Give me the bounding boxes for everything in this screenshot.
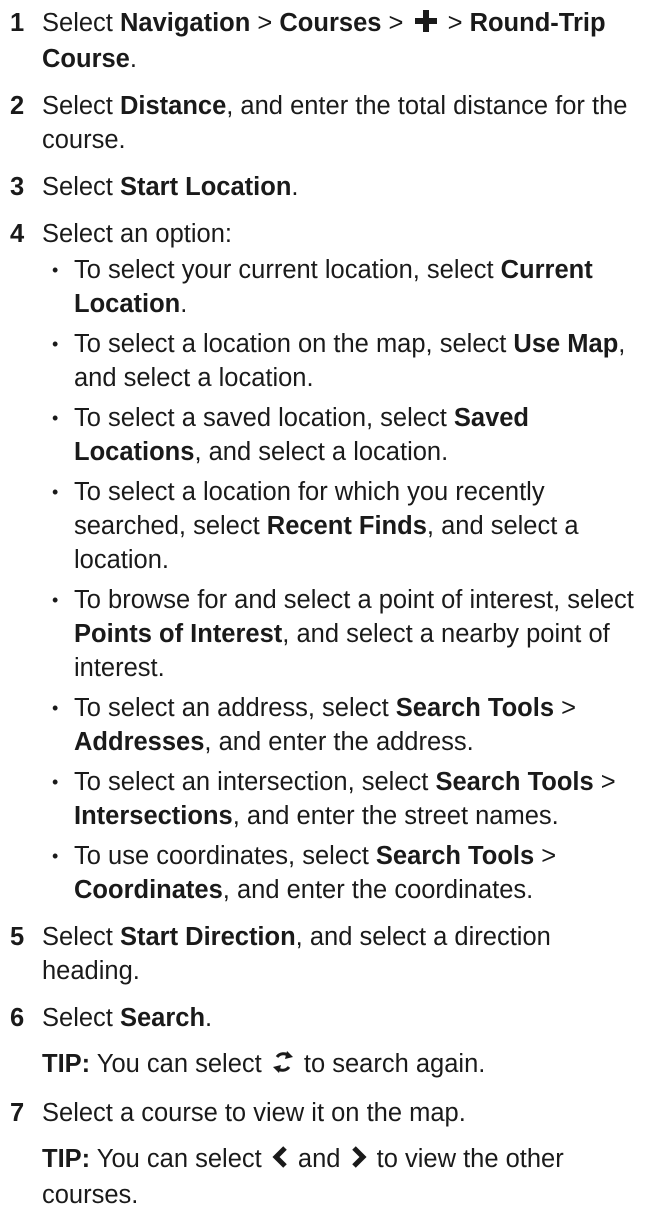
text-run: . (180, 290, 188, 318)
step-4: 4 Select an option: • To select your curren… (0, 217, 647, 907)
step-3: 3 Select Start Location. (0, 170, 647, 204)
text-run: , and enter the coordinates. (222, 876, 534, 904)
text-run: Select (42, 1004, 120, 1032)
refresh-icon (272, 1049, 294, 1083)
step-text: Select Distance, and enter the total dis… (42, 89, 647, 157)
text-run: Select (42, 9, 120, 37)
text-run: To select an intersection, select (74, 768, 436, 796)
text-run: To select an address, select (74, 694, 396, 722)
text-run: Select an option: (42, 220, 232, 248)
chevron-right-icon (351, 1144, 367, 1178)
text-run: To select a saved location, select (74, 404, 454, 432)
bold-term: Use Map (513, 330, 619, 358)
bold-term: Intersections (74, 802, 233, 830)
option-item: • To select a location for which you rece… (42, 475, 647, 577)
step-7: 7 Select a course to view it on the map. T… (0, 1096, 647, 1212)
bold-term: TIP: (42, 1145, 91, 1173)
bold-term: Coordinates (74, 876, 223, 904)
step-number: 5 (10, 923, 25, 951)
text-run: > (250, 9, 280, 37)
bullet-icon: • (52, 846, 59, 866)
instruction-page: 1 Select Navigation > Courses > > Round-T… (0, 0, 647, 1209)
steps-list: 1 Select Navigation > Courses > > Round-T… (0, 6, 647, 1212)
text-run: > (554, 694, 576, 722)
bold-term: Navigation (119, 9, 251, 37)
step-number: 1 (10, 9, 25, 37)
bullet-icon: • (52, 698, 59, 718)
bold-term: Recent Finds (266, 512, 427, 540)
bold-term: Points of Interest (74, 620, 283, 648)
bullet-icon: • (52, 590, 59, 610)
step-text: Select a course to view it on the map. (42, 1096, 647, 1130)
text-run: > (534, 842, 557, 870)
text-run: To select a location on the map, select (74, 330, 514, 358)
text-run: , and enter the address. (204, 728, 474, 756)
step-number: 6 (10, 1004, 25, 1032)
bold-term: Search Tools (375, 842, 535, 870)
bold-term: Start Location (119, 173, 292, 201)
text-run: > (593, 768, 616, 796)
step-6: 6 Select Search. TIP: You can select to se… (0, 1001, 647, 1083)
step-number: 2 (10, 92, 25, 120)
bullet-icon: • (52, 482, 59, 502)
text-run: > (440, 9, 470, 37)
text-run: Select (42, 173, 120, 201)
option-item: • To browse for and select a point of int… (42, 583, 647, 685)
bold-term: Distance (119, 92, 227, 120)
text-run: You can select (90, 1145, 269, 1173)
option-item: • To select a saved location, select Save… (42, 401, 647, 469)
text-run: > (381, 9, 411, 37)
text-run: , and enter the street names. (232, 802, 559, 830)
bold-term: Search Tools (435, 768, 594, 796)
step-number: 4 (10, 220, 25, 248)
text-run: To select your current location, select (74, 256, 501, 284)
bold-term: Search Tools (395, 694, 555, 722)
text-run: . (291, 173, 299, 201)
tip-note: TIP: You can select and to view the othe… (42, 1142, 647, 1212)
bullet-icon: • (52, 772, 59, 792)
step-number: 3 (10, 173, 25, 201)
option-item: • To select an address, select Search Too… (42, 691, 647, 759)
bold-term: TIP: (42, 1050, 91, 1078)
text-run: . (205, 1004, 213, 1032)
step-1: 1 Select Navigation > Courses > > Round-T… (0, 6, 647, 76)
bold-term: Courses (279, 9, 382, 37)
plus-icon (414, 8, 438, 42)
step-text: Select Search. (42, 1001, 647, 1035)
step-text: Select Navigation > Courses > > Round-Tr… (42, 6, 647, 76)
chevron-left-icon (272, 1144, 288, 1178)
bold-term: Start Direction (119, 923, 296, 951)
option-item: • To select a location on the map, select… (42, 327, 647, 395)
step-text: Select Start Direction, and select a dir… (42, 920, 647, 988)
bold-term: Search (119, 1004, 206, 1032)
bullet-icon: • (52, 260, 59, 280)
text-run: To browse for and select a point of inte… (74, 586, 634, 614)
step-5: 5 Select Start Direction, and select a di… (0, 920, 647, 988)
text-run: You can select (90, 1050, 269, 1078)
text-run: To use coordinates, select (74, 842, 376, 870)
step-text: Select Start Location. (42, 170, 647, 204)
tip-note: TIP: You can select to search again. (42, 1047, 647, 1083)
step-2: 2 Select Distance, and enter the total di… (0, 89, 647, 157)
text-run: , and select a location. (194, 438, 449, 466)
text-run: to search again. (296, 1050, 486, 1078)
step-number: 7 (10, 1099, 25, 1127)
option-item: • To select your current location, select… (42, 253, 647, 321)
bullet-icon: • (52, 334, 59, 354)
option-item: • To select an intersection, select Searc… (42, 765, 647, 833)
text-run: and (290, 1145, 348, 1173)
option-item: • To use coordinates, select Search Tools… (42, 839, 647, 907)
bold-term: Addresses (74, 728, 205, 756)
text-run: Select a course to view it on the map. (42, 1099, 466, 1127)
option-list: • To select your current location, select… (42, 253, 647, 907)
step-text: Select an option: (42, 217, 647, 251)
text-run: Select (42, 92, 120, 120)
bullet-icon: • (52, 408, 59, 428)
text-run: Select (42, 923, 120, 951)
text-run: . (129, 45, 137, 73)
